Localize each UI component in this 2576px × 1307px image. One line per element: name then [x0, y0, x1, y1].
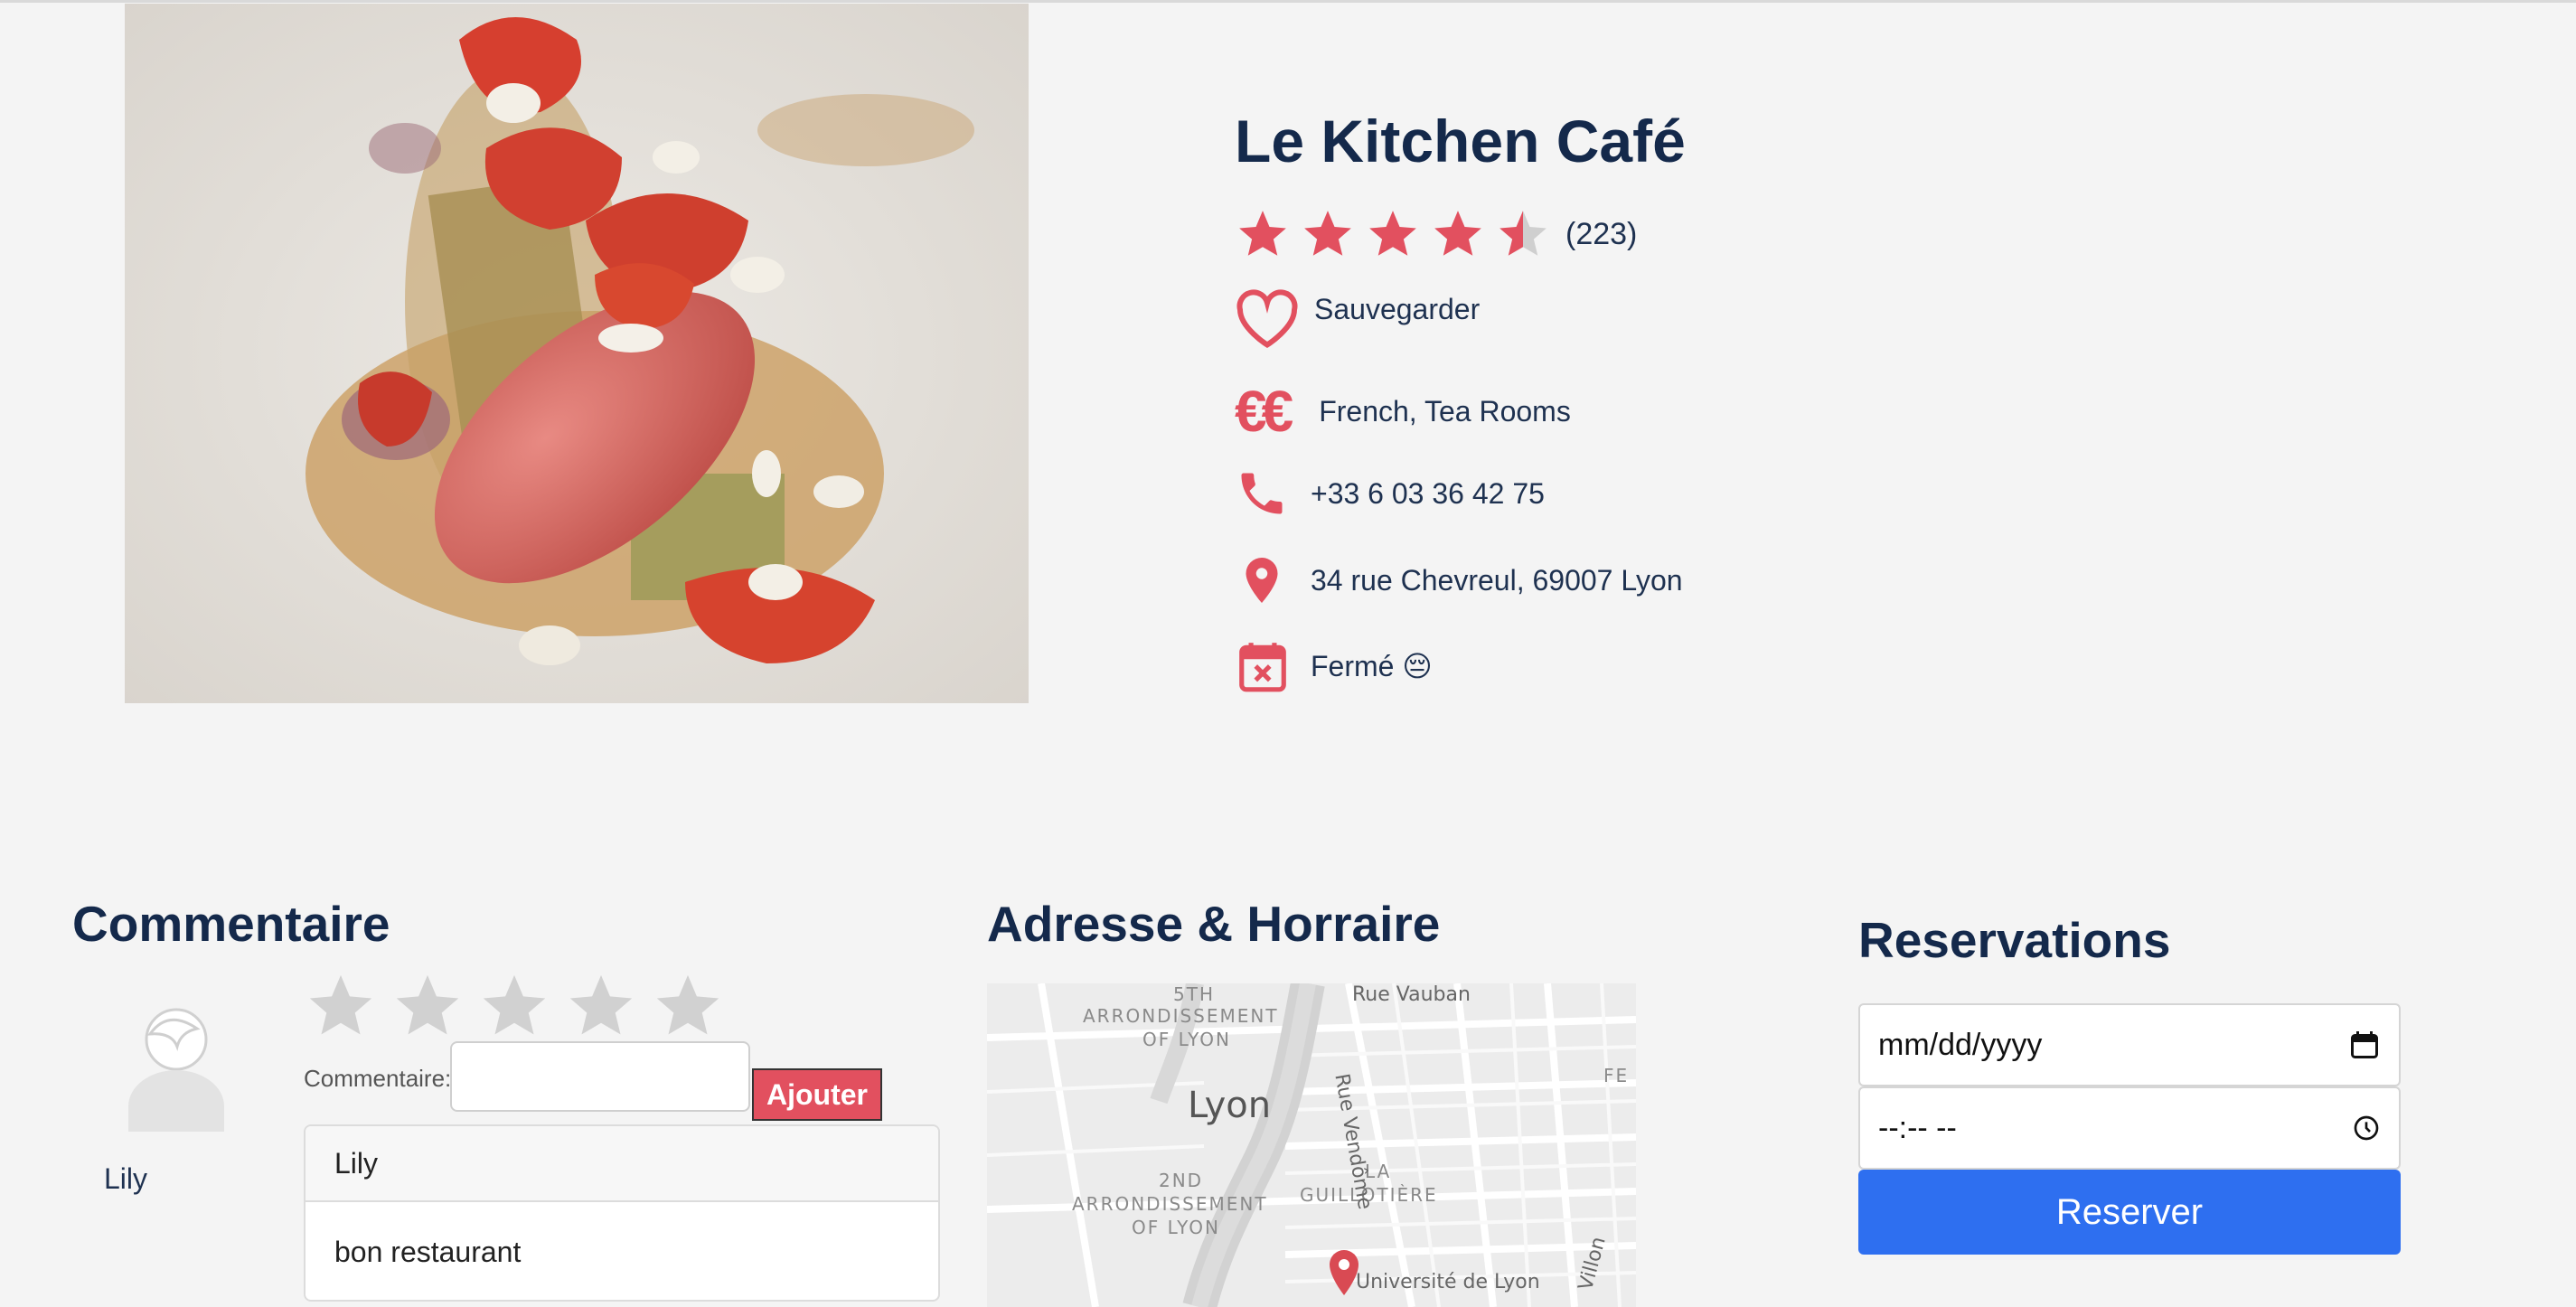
status-text: Fermé 😔: [1311, 650, 1433, 682]
comment-card: Lily bon restaurant: [304, 1124, 940, 1302]
reserve-button[interactable]: Reserver: [1858, 1170, 2401, 1255]
star-icon[interactable]: [477, 969, 551, 1043]
map-district-label: ARRONDISSEMENT: [1072, 1193, 1268, 1215]
restaurant-photo: [125, 4, 1029, 703]
comments-title: Commentaire: [72, 896, 390, 952]
euro-icon: €€: [1235, 379, 1293, 444]
comment-label: Commentaire:: [304, 1065, 452, 1092]
star-icon[interactable]: [390, 969, 465, 1043]
address: 34 rue Chevreul, 69007 Lyon: [1235, 551, 1683, 609]
star-icon: [1369, 211, 1416, 256]
map-district-label: FE: [1603, 1065, 1630, 1086]
comment-input[interactable]: [450, 1041, 750, 1112]
price-cuisine: €€ French, Tea Rooms: [1235, 378, 1571, 445]
date-input[interactable]: mm/dd/yyyy: [1858, 1003, 2401, 1086]
star-icon[interactable]: [564, 969, 638, 1043]
calendar-x-icon: [1239, 643, 1286, 692]
map-district-label: ARRONDISSEMENT: [1083, 1005, 1279, 1027]
cuisine: French, Tea Rooms: [1319, 394, 1571, 428]
restaurant-name: Le Kitchen Café: [1235, 108, 1686, 174]
user-name: Lily: [104, 1162, 148, 1195]
star-icon[interactable]: [304, 969, 378, 1043]
address-text: 34 rue Chevreul, 69007 Lyon: [1311, 563, 1683, 597]
heart-icon: [1236, 289, 1298, 349]
phone[interactable]: +33 6 03 36 42 75: [1235, 466, 1545, 521]
phone-icon: [1241, 473, 1283, 514]
time-input[interactable]: --:-- --: [1858, 1086, 2401, 1170]
half-star-icon: [1500, 211, 1547, 256]
rating: (223): [1235, 206, 1637, 262]
rating-input: [304, 969, 738, 1043]
date-placeholder: mm/dd/yyyy: [1878, 1027, 2043, 1062]
map-district-label: OF LYON: [1132, 1217, 1220, 1238]
map-poi-label: Université de Lyon: [1356, 1271, 1540, 1293]
map-city-label: Lyon: [1188, 1085, 1272, 1126]
save-button[interactable]: Sauvegarder: [1235, 289, 1480, 349]
map-district-label: OF LYON: [1142, 1029, 1231, 1050]
map[interactable]: 5TH ARRONDISSEMENT OF LYON 2ND ARRONDISS…: [987, 983, 1636, 1307]
rating-count: (223): [1565, 216, 1638, 251]
time-placeholder: --:-- --: [1878, 1110, 1957, 1145]
save-label: Sauvegarder: [1314, 292, 1481, 325]
opening-status: Fermé 😔: [1235, 636, 1433, 696]
user-avatar-icon: [128, 1008, 224, 1132]
map-district-label: 5TH: [1173, 983, 1215, 1005]
add-comment-button[interactable]: Ajouter: [752, 1068, 882, 1121]
comment-text: bon restaurant: [334, 1235, 522, 1268]
reservations-title: Reservations: [1858, 912, 2171, 968]
map-pin-icon: [1246, 558, 1278, 603]
map-district-label: 2ND: [1159, 1170, 1204, 1191]
star-icon[interactable]: [651, 969, 725, 1043]
comment-author: Lily: [306, 1126, 938, 1202]
phone-number: +33 6 03 36 42 75: [1311, 476, 1545, 510]
calendar-icon[interactable]: [2348, 1029, 2381, 1061]
star-icon: [1304, 211, 1351, 256]
clock-icon[interactable]: [2352, 1114, 2381, 1142]
address-section-title: Adresse & Horraire: [987, 896, 1441, 952]
star-icon: [1434, 211, 1481, 256]
map-street-label: Rue Vauban: [1352, 983, 1471, 1006]
top-border: [0, 0, 2576, 3]
star-icon: [1239, 211, 1286, 256]
